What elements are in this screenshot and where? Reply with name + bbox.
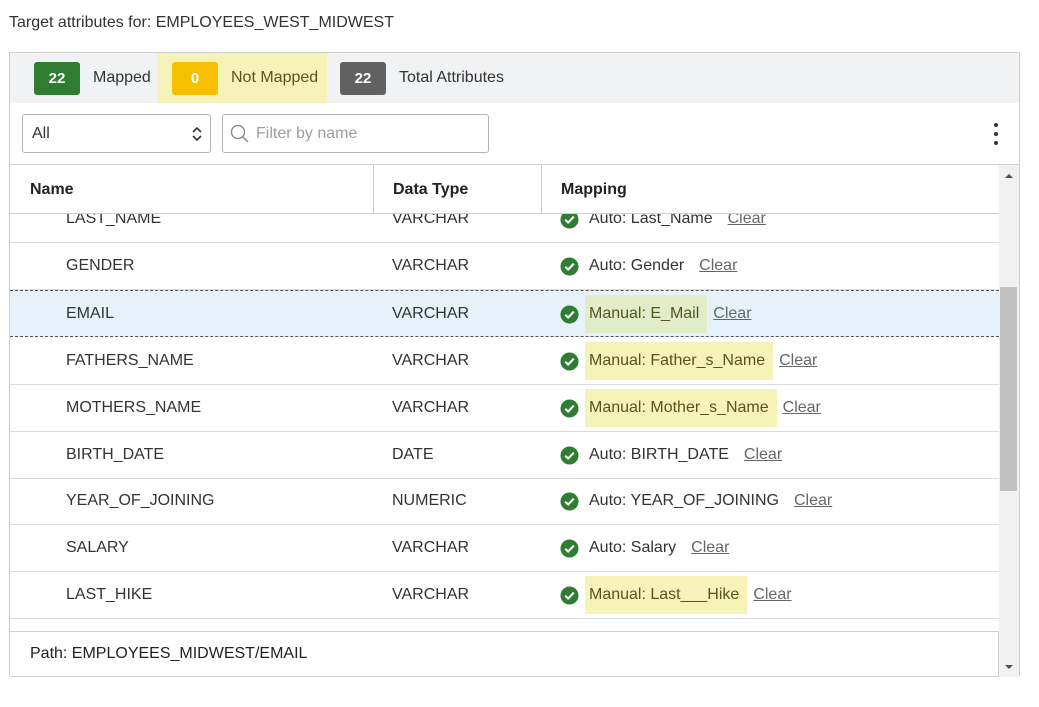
table-row[interactable]: FATHERS_NAME VARCHAR Manual: Father_s_Name…: [10, 338, 999, 385]
attribute-name: FATHERS_NAME: [66, 352, 194, 369]
stats-bar: 22 Mapped 0 Not Mapped 22 Total Attribut…: [10, 53, 1019, 103]
attributes-panel: 22 Mapped 0 Not Mapped 22 Total Attribut…: [9, 52, 1020, 677]
more-vertical-icon[interactable]: [989, 121, 1003, 147]
scroll-up-icon[interactable]: [1005, 174, 1013, 178]
check-circle-icon: [560, 538, 579, 558]
mapped-label: Mapped: [93, 69, 151, 86]
clear-mapping-link[interactable]: Clear: [794, 492, 832, 510]
clear-mapping-link[interactable]: Clear: [691, 539, 729, 557]
attribute-data-type: VARCHAR: [392, 539, 470, 556]
check-circle-icon: [560, 256, 579, 276]
column-header-mapping[interactable]: Mapping: [561, 165, 627, 214]
mapped-count-badge: 22: [34, 61, 80, 95]
stat-not-mapped[interactable]: 0 Not Mapped: [157, 53, 327, 103]
attribute-mapping: Auto: Salary Clear: [560, 525, 729, 571]
scroll-down-icon[interactable]: [1005, 665, 1013, 669]
clear-mapping-link[interactable]: Clear: [779, 352, 817, 370]
attribute-data-type: DATE: [392, 446, 434, 463]
search-icon: [230, 124, 249, 142]
manual-mapping-label: Manual: Mother_s_Name: [585, 389, 777, 427]
clear-mapping-link[interactable]: Clear: [699, 257, 737, 275]
check-circle-icon: [560, 445, 579, 465]
column-divider[interactable]: [541, 165, 542, 214]
stat-total[interactable]: 22 Total Attributes: [340, 53, 504, 103]
check-circle-icon: [560, 585, 579, 605]
auto-mapping-label: Auto: Salary: [589, 539, 677, 556]
attribute-mapping: Manual: Father_s_Name Clear: [560, 338, 817, 384]
vertical-scrollbar[interactable]: [999, 165, 1019, 677]
attribute-mapping: Auto: Gender Clear: [560, 243, 737, 289]
attribute-mapping: Auto: BIRTH_DATE Clear: [560, 432, 782, 478]
not-mapped-count-badge: 0: [172, 61, 218, 95]
attribute-name: MOTHERS_NAME: [66, 399, 202, 416]
manual-mapping-label: Manual: Last___Hike: [585, 576, 748, 614]
manual-mapping-label: Manual: Father_s_Name: [585, 342, 774, 380]
table-row[interactable]: GENDER VARCHAR Auto: Gender Clear: [10, 243, 999, 290]
column-divider[interactable]: [373, 165, 374, 214]
column-header-name[interactable]: Name: [30, 165, 74, 214]
auto-mapping-label: Auto: BIRTH_DATE: [589, 446, 729, 463]
scrollbar-thumb[interactable]: [1000, 287, 1017, 491]
clear-mapping-link[interactable]: Clear: [753, 586, 791, 604]
table-row[interactable]: SALARY VARCHAR Auto: Salary Clear: [10, 525, 999, 572]
attribute-name: BIRTH_DATE: [66, 446, 165, 463]
manual-mapping-label: Manual: E_Mail: [585, 295, 708, 333]
attribute-data-type: VARCHAR: [392, 586, 470, 603]
name-filter-input[interactable]: [256, 124, 476, 143]
total-label: Total Attributes: [399, 69, 504, 86]
attribute-name: SALARY: [66, 539, 129, 556]
attribute-name: EMAIL: [66, 305, 115, 322]
auto-mapping-label: Auto: YEAR_OF_JOINING: [589, 492, 779, 509]
mapping-filter-select[interactable]: All: [22, 114, 211, 153]
attribute-data-type: VARCHAR: [392, 305, 470, 322]
attribute-name: LAST_HIKE: [66, 586, 153, 603]
clear-mapping-link[interactable]: Clear: [744, 446, 782, 464]
clear-mapping-link[interactable]: Clear: [713, 305, 751, 323]
check-circle-icon: [560, 351, 579, 371]
filter-bar: All: [10, 103, 1019, 165]
attribute-mapping: Manual: Mother_s_Name Clear: [560, 385, 821, 431]
attribute-data-type: VARCHAR: [392, 399, 470, 416]
name-filter-field[interactable]: [222, 114, 489, 153]
column-header-data-type[interactable]: Data Type: [393, 165, 468, 214]
auto-mapping-label: Auto: Gender: [589, 257, 685, 274]
attribute-data-type: VARCHAR: [392, 257, 470, 274]
table-row[interactable]: LAST_HIKE VARCHAR Manual: Last___Hike Clear: [10, 572, 999, 619]
table-header: Name Data Type Mapping: [10, 165, 999, 214]
check-circle-icon: [560, 398, 579, 418]
table-row[interactable]: BIRTH_DATE DATE Auto: BIRTH_DATE Clear: [10, 432, 999, 479]
attribute-data-type: VARCHAR: [392, 352, 470, 369]
attribute-name: GENDER: [66, 257, 135, 274]
page-title: Target attributes for: EMPLOYEES_WEST_MI…: [9, 14, 394, 31]
table-row[interactable]: MOTHERS_NAME VARCHAR Manual: Mother_s_Name…: [10, 385, 999, 432]
clear-mapping-link[interactable]: Clear: [783, 399, 821, 417]
attribute-data-type: NUMERIC: [392, 492, 467, 509]
attribute-name: YEAR_OF_JOINING: [66, 492, 215, 509]
chevron-up-down-icon: [192, 126, 202, 142]
attribute-mapping: Manual: E_Mail Clear: [560, 291, 752, 337]
not-mapped-label: Not Mapped: [231, 69, 319, 86]
attributes-table: LAST_NAME VARCHAR Auto: Last_Name Clear GEND…: [10, 165, 999, 631]
path-bar: Path: EMPLOYEES_MIDWEST/EMAIL: [10, 631, 999, 677]
table-row[interactable]: YEAR_OF_JOINING NUMERIC Auto: YEAR_OF_JOIN…: [10, 478, 999, 525]
table-row[interactable]: EMAIL VARCHAR Manual: E_Mail Clear: [10, 290, 999, 337]
check-circle-icon: [560, 304, 579, 324]
stat-mapped[interactable]: 22 Mapped: [34, 53, 151, 103]
total-count-badge: 22: [340, 61, 386, 95]
attribute-mapping: Manual: Last___Hike Clear: [560, 572, 792, 618]
check-circle-icon: [560, 491, 579, 511]
mapping-filter-value: All: [32, 124, 50, 142]
attribute-mapping: Auto: YEAR_OF_JOINING Clear: [560, 478, 832, 524]
